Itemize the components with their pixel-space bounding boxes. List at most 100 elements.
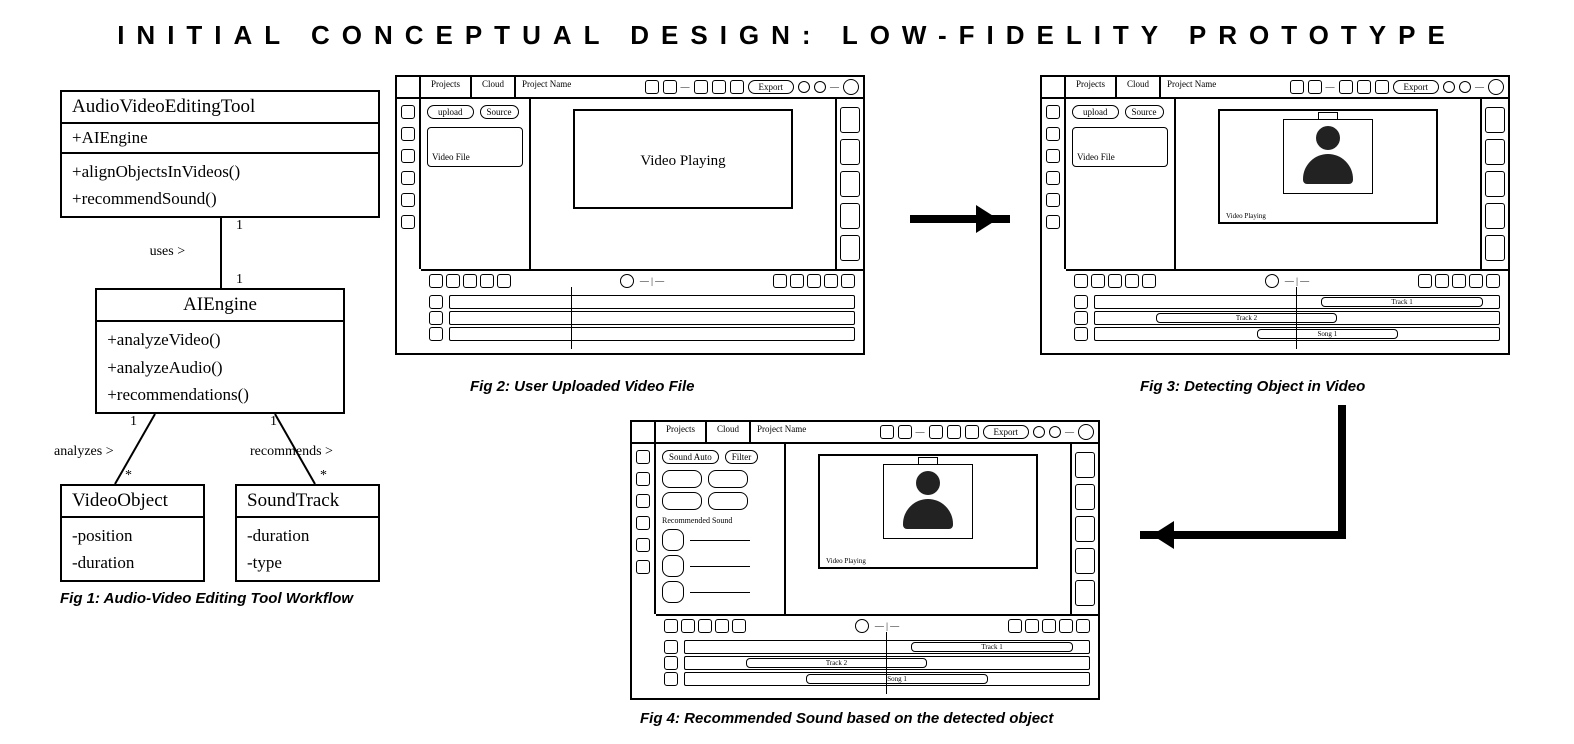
tab-cloud[interactable]: Cloud	[472, 77, 516, 97]
video-preview: Video Playing	[1218, 109, 1438, 224]
toolbar-icon[interactable]	[663, 80, 677, 94]
timeline-track[interactable]: Song 1	[684, 672, 1090, 686]
avatar-icon[interactable]	[1078, 424, 1094, 440]
uml-ops: -duration -type	[237, 518, 378, 580]
preset-thumb[interactable]	[662, 492, 702, 510]
detected-object-box	[1283, 119, 1373, 194]
preset-thumb[interactable]	[708, 492, 748, 510]
arrow-right-icon	[910, 215, 1010, 223]
uml-diagram: AudioVideoEditingTool +AIEngine +alignOb…	[60, 90, 380, 607]
uml-class-name: AudioVideoEditingTool	[62, 92, 378, 124]
tab-cloud[interactable]: Cloud	[1117, 77, 1161, 97]
tool-icon[interactable]	[401, 215, 415, 229]
preset-thumb[interactable]	[662, 470, 702, 488]
panel-icon[interactable]	[840, 139, 860, 165]
tool-icon[interactable]	[401, 105, 415, 119]
toolbar-icon[interactable]	[1308, 80, 1322, 94]
panel-icon[interactable]	[840, 203, 860, 229]
uml-ops: +analyzeVideo() +analyzeAudio() +recomme…	[97, 322, 343, 412]
uml-attr: +AIEngine	[62, 124, 378, 154]
filter-button[interactable]: Filter	[725, 450, 759, 464]
uml-class-soundtrack: SoundTrack -duration -type	[235, 484, 380, 582]
clip-track2[interactable]: Track 2	[1156, 313, 1338, 323]
person-icon	[884, 465, 972, 529]
timeline-track[interactable]	[449, 295, 855, 309]
timeline-track[interactable]: Track 2	[684, 656, 1090, 670]
timeline-track[interactable]: Track 1	[1094, 295, 1500, 309]
panel-icon[interactable]	[840, 171, 860, 197]
export-button[interactable]: Export	[748, 80, 795, 94]
toolbar-icon[interactable]	[645, 80, 659, 94]
uml-op: -duration	[72, 549, 193, 576]
tab-projects[interactable]: Projects	[1066, 77, 1117, 97]
person-icon	[1284, 120, 1372, 184]
avatar-icon[interactable]	[843, 79, 859, 95]
export-button[interactable]: Export	[983, 425, 1030, 439]
clip-track1[interactable]: Track 1	[911, 642, 1073, 652]
toolbar-icon[interactable]	[1290, 80, 1304, 94]
clip-song1[interactable]: Song 1	[806, 674, 988, 684]
tab-cloud[interactable]: Cloud	[707, 422, 751, 442]
project-name: Project Name	[751, 422, 879, 442]
tab-projects[interactable]: Projects	[421, 77, 472, 97]
export-button[interactable]: Export	[1393, 80, 1440, 94]
timeline-track[interactable]: Song 1	[1094, 327, 1500, 341]
upload-button[interactable]: upload	[427, 105, 474, 119]
uml-op: +alignObjectsInVideos()	[72, 158, 368, 185]
toolbar-icon[interactable]	[1339, 80, 1353, 94]
toolbar-icon[interactable]	[712, 80, 726, 94]
caption-fig2: Fig 2: User Uploaded Video File	[470, 378, 694, 395]
video-preview: Video Playing	[573, 109, 793, 209]
tool-icon[interactable]	[401, 149, 415, 163]
play-icon[interactable]	[620, 274, 634, 288]
source-button[interactable]: Source	[1125, 105, 1164, 119]
panel-icon[interactable]	[840, 107, 860, 133]
tab-projects[interactable]: Projects	[656, 422, 707, 442]
play-icon[interactable]	[855, 619, 869, 633]
caption-fig1: Fig 1: Audio-Video Editing Tool Workflow	[60, 590, 380, 607]
clip-track2[interactable]: Track 2	[746, 658, 928, 668]
upload-button[interactable]: upload	[1072, 105, 1119, 119]
page-title: INITIAL CONCEPTUAL DESIGN: LOW-FIDELITY …	[10, 20, 1564, 51]
timeline-track[interactable]: Track 1	[684, 640, 1090, 654]
sound-auto-button[interactable]: Sound Auto	[662, 450, 719, 464]
uml-class-videoobject: VideoObject -position -duration	[60, 484, 205, 582]
toolbar-icon[interactable]	[730, 80, 744, 94]
tool-icon[interactable]	[401, 171, 415, 185]
toolbar-icon[interactable]	[1375, 80, 1389, 94]
clip-song1[interactable]: Song 1	[1257, 329, 1398, 339]
uml-ops: -position -duration	[62, 518, 203, 580]
uml-mult: 1	[270, 414, 277, 430]
timeline-track[interactable]	[449, 311, 855, 325]
tool-icon[interactable]	[401, 193, 415, 207]
panel-icon[interactable]	[840, 235, 860, 261]
uml-rel-label: recommends >	[250, 444, 333, 460]
uml-op: +analyzeVideo()	[107, 326, 333, 353]
play-icon[interactable]	[1265, 274, 1279, 288]
uml-mult: 1	[236, 272, 243, 288]
toolbar-icon[interactable]	[1357, 80, 1371, 94]
project-name: Project Name	[1161, 77, 1289, 97]
sound-item[interactable]	[662, 529, 684, 551]
sound-item[interactable]	[662, 555, 684, 577]
toolbar-icon[interactable]	[694, 80, 708, 94]
project-name: Project Name	[516, 77, 644, 97]
video-file-thumb[interactable]: Video File	[427, 127, 523, 167]
source-button[interactable]: Source	[480, 105, 519, 119]
mockup-fig4: Projects Cloud Project Name — Export — S…	[630, 420, 1100, 700]
tool-icon[interactable]	[401, 127, 415, 141]
caption-fig3: Fig 3: Detecting Object in Video	[1140, 378, 1365, 395]
preset-thumb[interactable]	[708, 470, 748, 488]
left-toolbar	[397, 99, 421, 269]
timeline-track[interactable]: Track 2	[1094, 311, 1500, 325]
video-file-thumb[interactable]: Video File	[1072, 127, 1168, 167]
uml-class-name: SoundTrack	[237, 486, 378, 518]
clip-track1[interactable]: Track 1	[1321, 297, 1483, 307]
uml-op: +recommendSound()	[72, 185, 368, 212]
uml-ops: +alignObjectsInVideos() +recommendSound(…	[62, 154, 378, 216]
timeline-track[interactable]	[449, 327, 855, 341]
avatar-icon[interactable]	[1488, 79, 1504, 95]
sound-item[interactable]	[662, 581, 684, 603]
uml-op: -duration	[247, 522, 368, 549]
uml-op: +analyzeAudio()	[107, 354, 333, 381]
